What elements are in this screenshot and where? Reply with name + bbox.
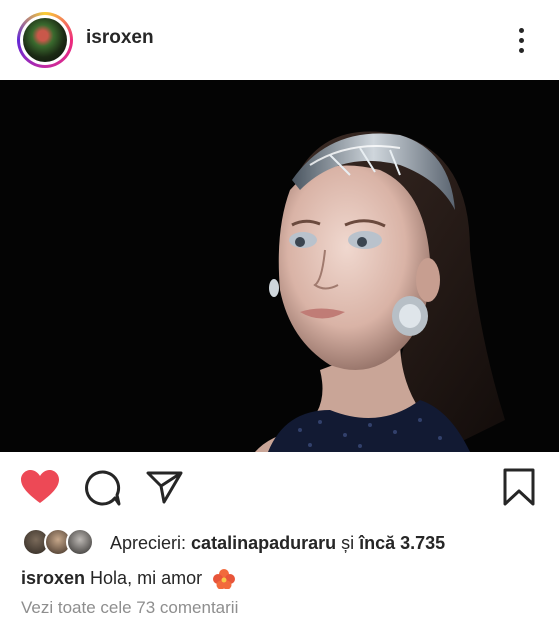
bookmark-icon[interactable]: [502, 467, 536, 507]
likes-others-count[interactable]: încă 3.735: [359, 533, 445, 553]
post-header: isroxen: [0, 0, 559, 80]
caption-username[interactable]: isroxen: [21, 568, 85, 588]
post-photo-illustration: [0, 80, 559, 452]
caption-text: Hola, mi amor: [90, 568, 203, 588]
avatar-frame: [20, 15, 70, 65]
direct-send-icon[interactable]: [146, 469, 184, 505]
comment-icon[interactable]: [84, 469, 122, 507]
liked-by-username[interactable]: catalinapaduraru: [191, 533, 336, 553]
likes-prefix: Aprecieri:: [110, 533, 187, 553]
liker-avatar: [66, 528, 94, 556]
profile-avatar[interactable]: [23, 18, 67, 62]
post-actions: [0, 452, 559, 522]
view-all-comments-link[interactable]: Vezi toate cele 73 comentarii: [21, 598, 238, 618]
likes-row[interactable]: Aprecieri: catalinapaduraru și încă 3.73…: [22, 528, 542, 558]
likes-separator: și: [341, 533, 355, 553]
post-username[interactable]: isroxen: [86, 27, 154, 49]
post-photo[interactable]: [0, 80, 559, 452]
heart-filled-icon[interactable]: [20, 469, 60, 505]
post-caption: isroxen Hola, mi amor: [21, 568, 236, 590]
more-options-icon[interactable]: [514, 26, 528, 56]
story-ring[interactable]: [17, 12, 73, 68]
likes-summary[interactable]: Aprecieri: catalinapaduraru și încă 3.73…: [110, 533, 445, 554]
hibiscus-emoji-icon: [213, 569, 236, 590]
